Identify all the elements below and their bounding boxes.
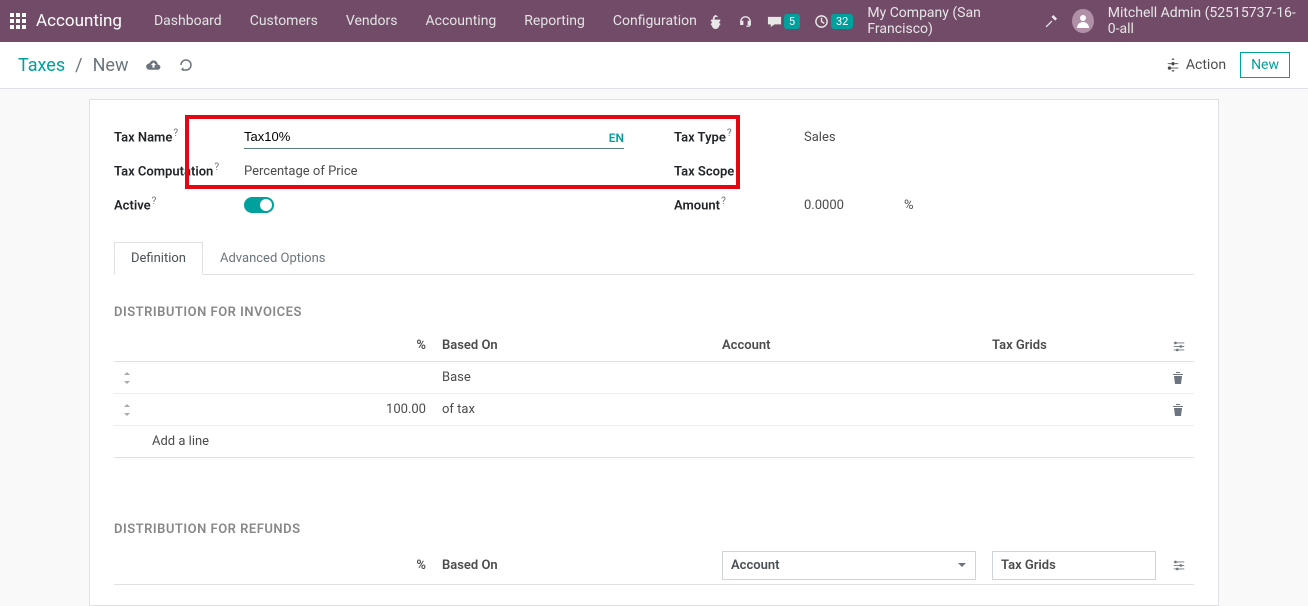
col-tax-grids: Tax Grids bbox=[984, 330, 1164, 362]
app-brand[interactable]: Accounting bbox=[36, 11, 122, 31]
cell-tax-grids[interactable] bbox=[984, 362, 1164, 394]
main-menu: Dashboard Customers Vendors Accounting R… bbox=[142, 7, 709, 35]
account-select[interactable]: Account bbox=[722, 551, 976, 580]
topbar-right: 5 32 My Company (San Francisco) Mitchell… bbox=[709, 5, 1298, 37]
lang-button[interactable]: EN bbox=[609, 131, 624, 148]
menu-dashboard[interactable]: Dashboard bbox=[142, 7, 234, 35]
menu-configuration[interactable]: Configuration bbox=[601, 7, 709, 35]
cell-tax-grids[interactable] bbox=[984, 394, 1164, 426]
tabs: Definition Advanced Options bbox=[114, 242, 1194, 275]
drag-handle-icon[interactable] bbox=[114, 394, 144, 426]
breadcrumb-current: New bbox=[93, 55, 129, 76]
discard-icon[interactable] bbox=[178, 57, 194, 74]
avatar[interactable] bbox=[1072, 9, 1093, 33]
tab-advanced-options[interactable]: Advanced Options bbox=[203, 242, 342, 275]
breadcrumb-sep: / bbox=[75, 55, 82, 76]
breadcrumb-root[interactable]: Taxes bbox=[18, 55, 65, 76]
tax-computation-label: Tax Computation? bbox=[114, 162, 244, 179]
section-refunds-title: DISTRIBUTION FOR REFUNDS bbox=[114, 522, 1194, 537]
user-name[interactable]: Mitchell Admin (52515737-16-0-all bbox=[1108, 5, 1298, 37]
menu-reporting[interactable]: Reporting bbox=[512, 7, 597, 35]
table-options-icon[interactable] bbox=[1164, 330, 1194, 362]
drag-handle-icon[interactable] bbox=[114, 362, 144, 394]
form-sheet: Tax Name? EN Tax Computation? Percentage… bbox=[89, 99, 1219, 606]
account-label: Account bbox=[731, 558, 779, 573]
menu-customers[interactable]: Customers bbox=[238, 7, 330, 35]
table-row[interactable]: 100.00 of tax bbox=[114, 394, 1194, 426]
delete-row-icon[interactable] bbox=[1164, 362, 1194, 394]
activities-icon[interactable]: 32 bbox=[814, 14, 853, 29]
control-panel: Taxes / New Action New bbox=[0, 42, 1308, 89]
tax-grids-input[interactable]: Tax Grids bbox=[992, 551, 1156, 580]
amount-unit: % bbox=[904, 198, 914, 213]
menu-accounting[interactable]: Accounting bbox=[413, 7, 508, 35]
tools-icon[interactable] bbox=[1043, 14, 1058, 29]
col-percent: % bbox=[144, 330, 434, 362]
cell-account[interactable] bbox=[714, 394, 984, 426]
refunds-table: % Based On Account Tax Grids bbox=[114, 547, 1194, 585]
delete-row-icon[interactable] bbox=[1164, 394, 1194, 426]
support-icon[interactable] bbox=[738, 14, 753, 29]
cell-percent[interactable]: 100.00 bbox=[144, 394, 434, 426]
apps-icon[interactable] bbox=[10, 13, 26, 29]
save-cloud-icon[interactable] bbox=[145, 57, 162, 74]
tax-computation-select[interactable]: Percentage of Price bbox=[244, 164, 358, 179]
cell-based-on[interactable]: of tax bbox=[434, 394, 714, 426]
amount-input[interactable]: 0.0000 bbox=[804, 198, 844, 213]
active-label: Active? bbox=[114, 196, 244, 213]
debug-icon[interactable] bbox=[709, 14, 724, 29]
messages-icon[interactable]: 5 bbox=[767, 14, 800, 29]
tax-scope-label: Tax Scope? bbox=[674, 162, 804, 179]
action-dropdown[interactable]: Action bbox=[1166, 57, 1226, 73]
table-row[interactable]: Base bbox=[114, 362, 1194, 394]
chevron-down-icon bbox=[957, 560, 967, 570]
col-based-on: Based On bbox=[434, 547, 714, 585]
activities-badge: 32 bbox=[831, 14, 853, 29]
section-invoices-title: DISTRIBUTION FOR INVOICES bbox=[114, 305, 1194, 320]
invoices-table: % Based On Account Tax Grids Base bbox=[114, 330, 1194, 492]
menu-vendors[interactable]: Vendors bbox=[334, 7, 410, 35]
action-label: Action bbox=[1186, 57, 1226, 73]
tax-name-label: Tax Name? bbox=[114, 128, 244, 145]
table-options-icon[interactable] bbox=[1164, 547, 1194, 585]
tax-type-label: Tax Type? bbox=[674, 128, 804, 145]
tax-type-select[interactable]: Sales bbox=[804, 130, 836, 145]
messages-badge: 5 bbox=[784, 14, 800, 29]
active-toggle[interactable] bbox=[244, 197, 274, 213]
breadcrumb: Taxes / New bbox=[18, 55, 194, 76]
col-account: Account bbox=[714, 330, 984, 362]
company-switcher[interactable]: My Company (San Francisco) bbox=[867, 5, 1029, 37]
col-based-on: Based On bbox=[434, 330, 714, 362]
tab-definition[interactable]: Definition bbox=[114, 242, 203, 275]
cell-percent[interactable] bbox=[144, 362, 434, 394]
cell-based-on[interactable]: Base bbox=[434, 362, 714, 394]
amount-label: Amount? bbox=[674, 196, 804, 213]
add-line-link[interactable]: Add a line bbox=[152, 434, 209, 449]
new-button[interactable]: New bbox=[1240, 52, 1290, 78]
tax-name-input[interactable] bbox=[244, 125, 609, 148]
col-percent: % bbox=[144, 547, 434, 585]
cell-account[interactable] bbox=[714, 362, 984, 394]
topbar: Accounting Dashboard Customers Vendors A… bbox=[0, 0, 1308, 42]
